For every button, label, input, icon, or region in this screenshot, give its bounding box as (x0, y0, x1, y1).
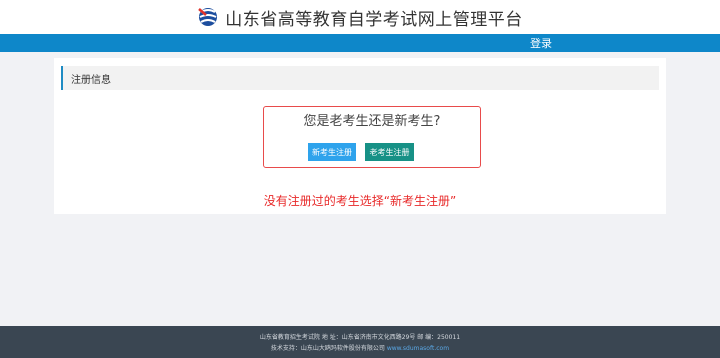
login-link[interactable]: 登录 (530, 35, 552, 51)
section-header: 注册信息 (61, 66, 659, 90)
registration-card: 注册信息 您是老考生还是新考生? 新考生注册 老考生注册 没有注册过的考生选择“… (54, 58, 666, 214)
site-header: 山东省高等教育自学考试网上管理平台 (0, 0, 720, 34)
section-title: 注册信息 (71, 75, 111, 86)
page-footer: 山东省教育招生考试院 地 址：山东省济南市文化西路29号 邮 编：250011 … (0, 326, 720, 358)
highlight-box: 您是老考生还是新考生? 新考生注册 老考生注册 (263, 106, 481, 168)
footer-support-link[interactable]: www.sdumasoft.com (387, 345, 449, 352)
old-candidate-register-button[interactable]: 老考生注册 (365, 143, 414, 161)
footer-address: 山东省教育招生考试院 地 址：山东省济南市文化西路29号 邮 编：250011 (259, 334, 461, 341)
candidate-type-question: 您是老考生还是新考生? (303, 114, 441, 129)
exam-authority-logo-icon (198, 8, 218, 26)
site-title: 山东省高等教育自学考试网上管理平台 (225, 9, 523, 30)
footer-support: 技术支持：山东山大鸥玛软件股份有限公司 www.sdumasoft.com (0, 343, 720, 352)
footer-support-label: 技术支持：山东山大鸥玛软件股份有限公司 (270, 345, 387, 352)
top-navbar: 登录 (0, 34, 720, 52)
instruction-annotation: 没有注册过的考生选择“新考生注册” (263, 194, 457, 208)
new-candidate-register-button[interactable]: 新考生注册 (308, 143, 356, 161)
